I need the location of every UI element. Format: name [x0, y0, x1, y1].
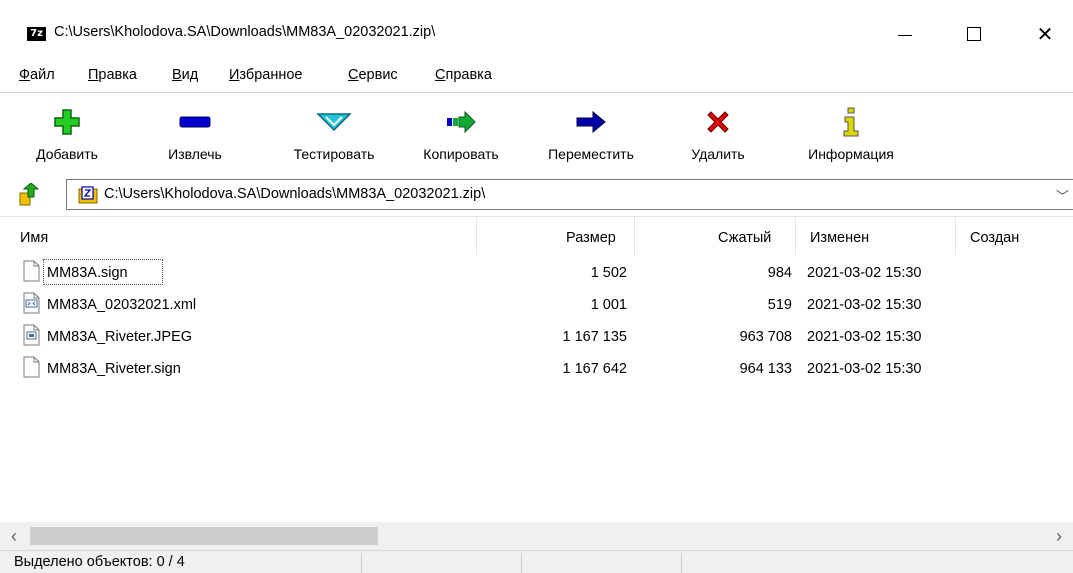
xml-file-icon [23, 292, 40, 314]
scrollbar-thumb[interactable] [30, 527, 378, 545]
delete-icon [678, 109, 758, 135]
maximize-button[interactable] [951, 10, 997, 58]
table-row[interactable]: MM83A_Riveter.JPEG 1 167 135 963 708 202… [0, 321, 1073, 353]
menu-view[interactable]: Вид [172, 67, 198, 83]
file-packed-size: 964 133 [739, 361, 792, 377]
image-file-icon [23, 324, 40, 346]
file-packed-size: 984 [767, 265, 792, 281]
info-label: Информация [808, 146, 894, 162]
delete-button[interactable]: Удалить [678, 93, 758, 177]
add-icon [22, 109, 112, 135]
close-button[interactable]: ✕ [1022, 10, 1068, 58]
scroll-left-icon[interactable]: ‹ [0, 522, 28, 550]
scroll-right-icon[interactable]: › [1045, 522, 1073, 550]
extract-label: Извлечь [168, 146, 222, 162]
column-header-size[interactable]: Размер [566, 217, 616, 259]
file-list: Имя Размер Сжатый Изменен Создан MM83A.s… [0, 216, 1073, 556]
column-header-created[interactable]: Создан [970, 217, 1019, 259]
file-name: MM83A_Riveter.JPEG [47, 329, 193, 345]
test-icon [274, 109, 394, 135]
copy-icon [407, 109, 515, 135]
column-separator[interactable] [955, 217, 956, 255]
column-header-name[interactable]: Имя [20, 217, 48, 259]
status-separator [361, 553, 362, 573]
horizontal-scrollbar[interactable]: ‹ › [0, 522, 1073, 550]
folder-up-icon[interactable] [18, 182, 40, 207]
column-header-packed[interactable]: Сжатый [718, 217, 771, 259]
menu-bar: Файл Правка Вид Избранное Сервис Справка [0, 62, 1073, 92]
toolbar: Добавить Извлечь Тестировать Копировать … [0, 92, 1073, 177]
address-input[interactable]: C:\Users\Kholodova.SA\Downloads\MM83A_02… [66, 179, 1073, 210]
minimize-icon [898, 34, 912, 36]
file-modified: 2021-03-02 15:30 [807, 361, 922, 377]
extract-button[interactable]: Извлечь [150, 93, 240, 177]
file-icon [23, 260, 40, 282]
status-bar: Выделено объектов: 0 / 4 [0, 550, 1073, 573]
chevron-down-icon[interactable]: ﹀ [1056, 186, 1069, 205]
move-icon [529, 109, 653, 135]
copy-label: Копировать [423, 146, 499, 162]
7zip-app-icon: 7z [27, 27, 46, 41]
test-label: Тестировать [293, 146, 375, 162]
table-row[interactable]: MM83A_Riveter.sign 1 167 642 964 133 202… [0, 353, 1073, 385]
menu-favorites[interactable]: Избранное [229, 67, 302, 83]
column-separator[interactable] [634, 217, 635, 255]
zip-folder-icon [78, 186, 98, 204]
test-button[interactable]: Тестировать [274, 93, 394, 177]
menu-edit[interactable]: Правка [88, 67, 137, 83]
file-name: MM83A.sign [47, 265, 128, 281]
address-bar: C:\Users\Kholodova.SA\Downloads\MM83A_02… [0, 177, 1073, 212]
table-row[interactable]: MM83A_02032021.xml 1 001 519 2021-03-02 … [0, 289, 1073, 321]
file-icon [23, 356, 40, 378]
file-packed-size: 963 708 [739, 329, 792, 345]
file-size: 1 167 135 [562, 329, 627, 345]
info-button[interactable]: Информация [789, 93, 913, 177]
file-size: 1 502 [590, 265, 627, 281]
file-modified: 2021-03-02 15:30 [807, 265, 922, 281]
file-size: 1 167 642 [562, 361, 627, 377]
file-size: 1 001 [590, 297, 627, 313]
menu-file[interactable]: Файл [19, 67, 55, 83]
menu-tools[interactable]: Сервис [348, 67, 398, 83]
status-separator [681, 553, 682, 573]
file-modified: 2021-03-02 15:30 [807, 329, 922, 345]
maximize-icon [967, 27, 981, 41]
status-separator [521, 553, 522, 573]
table-row[interactable]: MM83A.sign 1 502 984 2021-03-02 15:30 [0, 257, 1073, 289]
add-label: Добавить [36, 146, 98, 162]
file-name: MM83A_02032021.xml [47, 297, 197, 313]
file-modified: 2021-03-02 15:30 [807, 297, 922, 313]
move-button[interactable]: Переместить [529, 93, 653, 177]
title-bar: 7z C:\Users\Kholodova.SA\Downloads\MM83A… [0, 0, 1073, 62]
extract-icon [150, 109, 240, 135]
address-path: C:\Users\Kholodova.SA\Downloads\MM83A_02… [104, 186, 486, 202]
menu-help[interactable]: Справка [435, 67, 492, 83]
add-button[interactable]: Добавить [22, 93, 112, 177]
file-name: MM83A_Riveter.sign [47, 361, 181, 377]
column-separator[interactable] [795, 217, 796, 255]
move-label: Переместить [548, 146, 634, 162]
close-icon: ✕ [1036, 22, 1054, 46]
column-header-modified[interactable]: Изменен [810, 217, 869, 259]
window-title: C:\Users\Kholodova.SA\Downloads\MM83A_02… [54, 24, 436, 40]
file-packed-size: 519 [767, 297, 792, 313]
info-icon [789, 107, 913, 137]
copy-button[interactable]: Копировать [407, 93, 515, 177]
minimize-button[interactable] [882, 10, 928, 58]
column-separator[interactable] [476, 217, 477, 255]
status-selected-count: Выделено объектов: 0 / 4 [14, 554, 185, 570]
delete-label: Удалить [691, 146, 745, 162]
